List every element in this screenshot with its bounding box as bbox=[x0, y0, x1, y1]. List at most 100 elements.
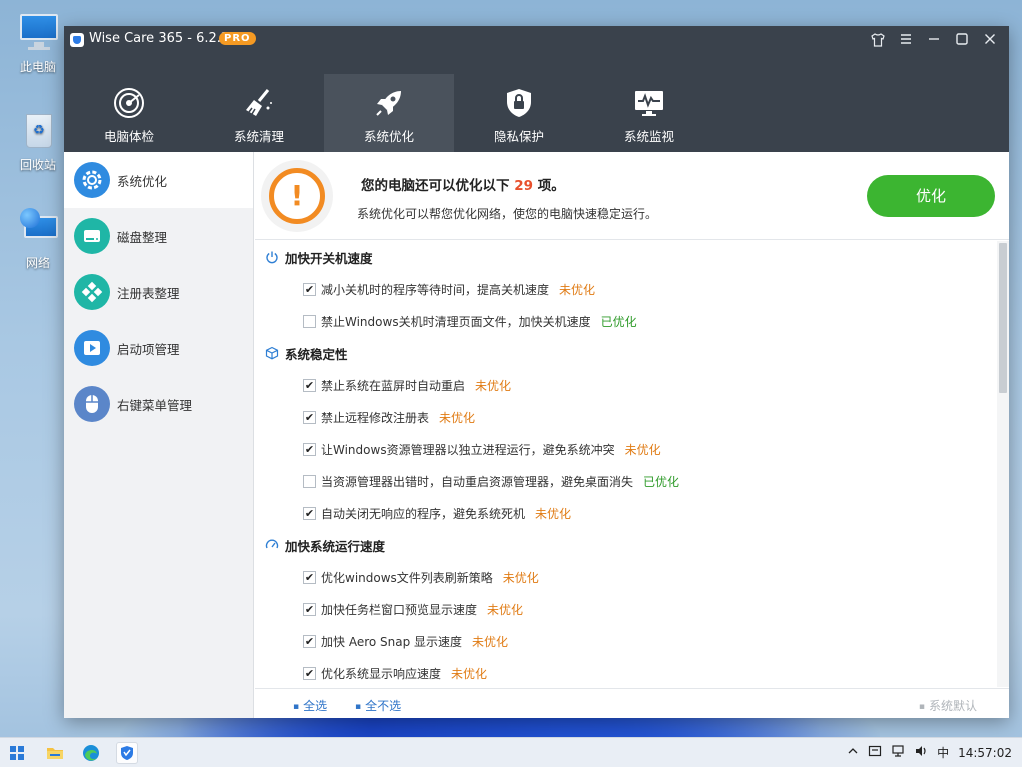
optimize-button[interactable]: 优化 bbox=[867, 175, 995, 217]
minimize-icon[interactable] bbox=[925, 32, 943, 50]
menu-icon[interactable] bbox=[897, 32, 915, 50]
item-checkbox[interactable]: ✔ bbox=[303, 282, 316, 296]
status-badge: 未优化 bbox=[475, 378, 512, 393]
start-button[interactable] bbox=[6, 742, 28, 764]
network-tray-icon[interactable] bbox=[891, 744, 905, 761]
optimization-list: 加快开关机速度 ✔ 减小关机时的程序等待时间，提高关机速度 未优化 禁止Windows关… bbox=[255, 241, 1009, 687]
chevron-up-icon[interactable] bbox=[847, 745, 859, 760]
volume-icon[interactable] bbox=[914, 744, 928, 761]
tray-app-icon[interactable] bbox=[868, 744, 882, 761]
sidebar-item-system-optimize[interactable]: 系统优化 bbox=[64, 152, 253, 208]
computer-icon bbox=[16, 12, 60, 52]
start-icon bbox=[10, 746, 24, 760]
item-checkbox[interactable] bbox=[303, 474, 316, 488]
item-label: 禁止远程修改注册表 bbox=[321, 410, 430, 425]
app-window: Wise Care 365 - 6.2.2 PRO 电脑体检 系统清理 系统优化… bbox=[64, 26, 1009, 718]
taskbar: 中 14:57:02 bbox=[0, 737, 1022, 767]
item-label: 禁止Windows关机时清理页面文件，加快关机速度 bbox=[321, 314, 591, 329]
broom-icon bbox=[242, 86, 276, 120]
disk-icon bbox=[74, 218, 110, 254]
item-checkbox[interactable]: ✔ bbox=[303, 378, 316, 392]
sidebar-item-startup-manager[interactable]: 启动项管理 bbox=[64, 320, 253, 376]
select-none-link[interactable]: 全不选 bbox=[355, 697, 401, 714]
section-title: 加快开关机速度 bbox=[285, 250, 373, 266]
status-badge: 未优化 bbox=[559, 282, 596, 297]
list-footer: 全选 全不选 系统默认 bbox=[255, 688, 1009, 718]
desktop-icon-label: 网络 bbox=[25, 256, 50, 270]
pro-badge: PRO bbox=[219, 32, 256, 45]
tab-system-cleanup[interactable]: 系统清理 bbox=[194, 74, 324, 152]
sidebar-item-label: 磁盘整理 bbox=[117, 229, 168, 245]
mouse-icon bbox=[74, 386, 110, 422]
item-label: 当资源管理器出错时，自动重启资源管理器，避免桌面消失 bbox=[321, 474, 634, 489]
tab-label: 系统清理 bbox=[233, 129, 284, 144]
desktop-icon-network[interactable]: 网络 bbox=[8, 208, 68, 271]
item-checkbox[interactable] bbox=[303, 314, 316, 328]
item-label: 加快任务栏窗口预览显示速度 bbox=[321, 602, 478, 617]
tab-label: 电脑体检 bbox=[103, 129, 154, 144]
clock[interactable]: 14:57:02 bbox=[958, 746, 1012, 760]
optimization-row: ✔ 禁止系统在蓝屏时自动重启 未优化 bbox=[255, 369, 1009, 401]
play-icon bbox=[74, 330, 110, 366]
sidebar: 系统优化 磁盘整理 注册表整理 启动项管理 右键菜单管理 bbox=[64, 152, 254, 718]
tab-system-optimize[interactable]: 系统优化 bbox=[324, 74, 454, 152]
radar-icon bbox=[112, 86, 146, 120]
item-label: 禁止系统在蓝屏时自动重启 bbox=[321, 378, 466, 393]
app-logo-icon bbox=[70, 33, 84, 47]
warning-icon: ! bbox=[261, 160, 333, 232]
sidebar-item-disk-defrag[interactable]: 磁盘整理 bbox=[64, 208, 253, 264]
optimization-row: ✔ 优化系统显示响应速度 未优化 bbox=[255, 657, 1009, 687]
status-badge: 未优化 bbox=[487, 602, 524, 617]
item-checkbox[interactable]: ✔ bbox=[303, 570, 316, 584]
sidebar-item-context-menu-manager[interactable]: 右键菜单管理 bbox=[64, 376, 253, 432]
optimization-row: 禁止Windows关机时清理页面文件，加快关机速度 已优化 bbox=[255, 305, 1009, 337]
optimization-row: ✔ 禁止远程修改注册表 未优化 bbox=[255, 401, 1009, 433]
tab-system-monitor[interactable]: 系统监视 bbox=[584, 74, 714, 152]
desktop-icon-recycle-bin[interactable]: ♻ 回收站 bbox=[8, 110, 68, 173]
ime-indicator[interactable]: 中 bbox=[937, 744, 949, 761]
select-all-link[interactable]: 全选 bbox=[293, 697, 327, 714]
tab-privacy-protect[interactable]: 隐私保护 bbox=[454, 74, 584, 152]
close-icon[interactable] bbox=[981, 32, 999, 50]
sidebar-item-label: 注册表整理 bbox=[117, 285, 180, 301]
desktop-icon-this-pc[interactable]: 此电脑 bbox=[8, 12, 68, 75]
item-label: 自动关闭无响应的程序，避免系统死机 bbox=[321, 506, 526, 521]
monitor-pulse-icon bbox=[632, 86, 666, 120]
item-checkbox[interactable]: ✔ bbox=[303, 634, 316, 648]
status-badge: 未优化 bbox=[451, 666, 488, 681]
item-label: 减小关机时的程序等待时间，提高关机速度 bbox=[321, 282, 550, 297]
item-label: 优化windows文件列表刷新策略 bbox=[321, 570, 493, 585]
status-badge: 已优化 bbox=[643, 474, 680, 489]
desktop-icon-label: 回收站 bbox=[19, 158, 56, 172]
optimization-row: ✔ 让Windows资源管理器以独立进程运行，避免系统冲突 未优化 bbox=[255, 433, 1009, 465]
gear-icon bbox=[74, 162, 110, 198]
file-explorer-icon[interactable] bbox=[44, 742, 66, 764]
power-icon bbox=[265, 250, 279, 264]
recycle-bin-icon: ♻ bbox=[16, 110, 60, 150]
edge-icon[interactable] bbox=[80, 742, 102, 764]
maximize-icon[interactable] bbox=[953, 32, 971, 50]
sidebar-item-label: 右键菜单管理 bbox=[117, 397, 193, 413]
item-checkbox[interactable]: ✔ bbox=[303, 410, 316, 424]
item-checkbox[interactable]: ✔ bbox=[303, 666, 316, 680]
item-checkbox[interactable]: ✔ bbox=[303, 506, 316, 520]
item-checkbox[interactable]: ✔ bbox=[303, 602, 316, 616]
tab-pc-checkup[interactable]: 电脑体检 bbox=[64, 74, 194, 152]
wise-care-icon[interactable] bbox=[116, 742, 138, 764]
item-label: 优化系统显示响应速度 bbox=[321, 666, 442, 681]
system-tray: 中 14:57:02 bbox=[847, 744, 1012, 761]
item-label: 加快 Aero Snap 显示速度 bbox=[321, 634, 463, 649]
sidebar-item-registry-defrag[interactable]: 注册表整理 bbox=[64, 264, 253, 320]
list-scrollbar[interactable] bbox=[997, 241, 1009, 687]
section-header: 加快开关机速度 bbox=[255, 241, 1009, 273]
optimization-row: ✔ 优化windows文件列表刷新策略 未优化 bbox=[255, 561, 1009, 593]
cube-icon bbox=[265, 346, 279, 360]
scrollbar-thumb[interactable] bbox=[999, 243, 1007, 393]
item-checkbox[interactable]: ✔ bbox=[303, 442, 316, 456]
status-badge: 未优化 bbox=[624, 442, 661, 457]
registry-icon bbox=[74, 274, 110, 310]
system-default-link[interactable]: 系统默认 bbox=[919, 697, 977, 714]
shirt-icon[interactable] bbox=[869, 32, 887, 50]
section-header: 加快系统运行速度 bbox=[255, 529, 1009, 561]
optimization-row: ✔ 减小关机时的程序等待时间，提高关机速度 未优化 bbox=[255, 273, 1009, 305]
